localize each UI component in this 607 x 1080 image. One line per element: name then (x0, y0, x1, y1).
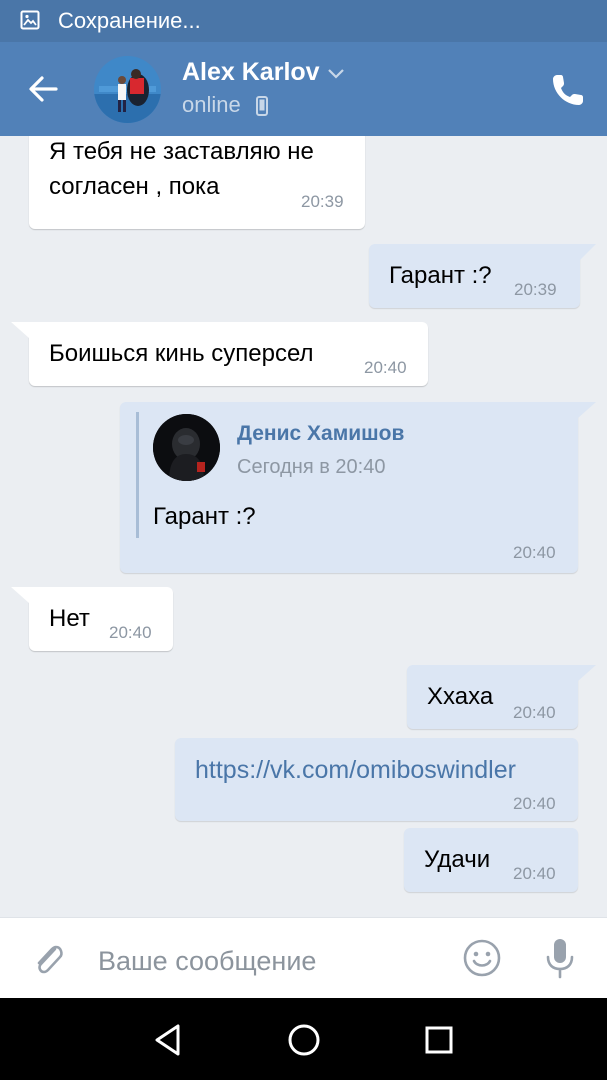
contact-name[interactable]: Alex Karlov (182, 58, 320, 87)
message-text: Боишься кинь суперсел (49, 340, 314, 367)
forward-avatar[interactable] (153, 414, 220, 481)
message-text: Гарант :? (389, 262, 492, 289)
message-outgoing-forwarded[interactable]: Денис Хамишов Сегодня в 20:40 Гарант :? … (120, 402, 578, 573)
microphone-icon[interactable] (540, 936, 580, 980)
bubble-tail (11, 322, 35, 338)
chat-header: Alex Karlov online (0, 42, 607, 136)
message-outgoing[interactable]: Удачи 20:40 (404, 828, 578, 892)
message-incoming[interactable]: Нет 20:40 (29, 587, 173, 651)
message-text-line: Я тебя не заставляю не (49, 138, 314, 165)
message-time: 20:40 (513, 864, 556, 883)
message-input[interactable] (96, 938, 440, 984)
phone-call-icon[interactable] (548, 70, 588, 110)
smile-icon[interactable] (462, 938, 502, 978)
system-navigation-bar (0, 998, 607, 1080)
bubble-tail (572, 665, 596, 681)
chevron-down-icon[interactable] (327, 66, 345, 80)
paperclip-icon[interactable] (28, 938, 68, 978)
message-text: Ххаха (427, 683, 494, 710)
message-incoming[interactable]: Боишься кинь суперсел 20:40 (29, 322, 428, 386)
nav-home-icon[interactable] (286, 1022, 322, 1058)
bubble-tail (11, 587, 35, 603)
nav-recents-icon[interactable] (421, 1022, 457, 1058)
message-time: 20:39 (514, 280, 557, 299)
forward-author[interactable]: Денис Хамишов (237, 422, 404, 446)
contact-avatar[interactable] (94, 56, 161, 123)
status-bar: Сохранение... (0, 0, 607, 42)
message-outgoing[interactable]: Ххаха 20:40 (407, 665, 578, 729)
bubble-tail (574, 244, 596, 260)
message-incoming[interactable]: Я тебя не заставляю не согласен , пока 2… (29, 136, 365, 229)
message-time: 20:40 (513, 543, 556, 562)
message-text: Удачи (424, 846, 491, 873)
forward-bar (136, 412, 139, 538)
forward-text: Гарант :? (153, 503, 256, 530)
message-time: 20:40 (109, 623, 152, 642)
message-time: 20:40 (364, 358, 407, 377)
contact-status: online (182, 92, 241, 117)
nav-back-icon[interactable] (151, 1022, 187, 1058)
message-outgoing[interactable]: Гарант :? 20:39 (369, 244, 580, 308)
mobile-phone-icon (256, 96, 268, 116)
message-time: 20:39 (301, 192, 344, 211)
status-text: Сохранение... (58, 8, 201, 33)
message-text: Нет (49, 605, 90, 632)
message-outgoing[interactable]: https://vk.com/omiboswindler 20:40 (175, 738, 578, 821)
back-arrow-icon[interactable] (20, 67, 64, 111)
bubble-tail (572, 402, 596, 418)
message-input-bar (0, 917, 607, 999)
message-link[interactable]: https://vk.com/omiboswindler (195, 756, 516, 785)
message-time: 20:40 (513, 794, 556, 813)
image-icon (20, 10, 40, 30)
message-time: 20:40 (513, 703, 556, 722)
message-text-line: согласен , пока (49, 173, 220, 200)
message-list[interactable]: Я тебя не заставляю не согласен , пока 2… (0, 136, 607, 917)
forward-date: Сегодня в 20:40 (237, 456, 386, 478)
